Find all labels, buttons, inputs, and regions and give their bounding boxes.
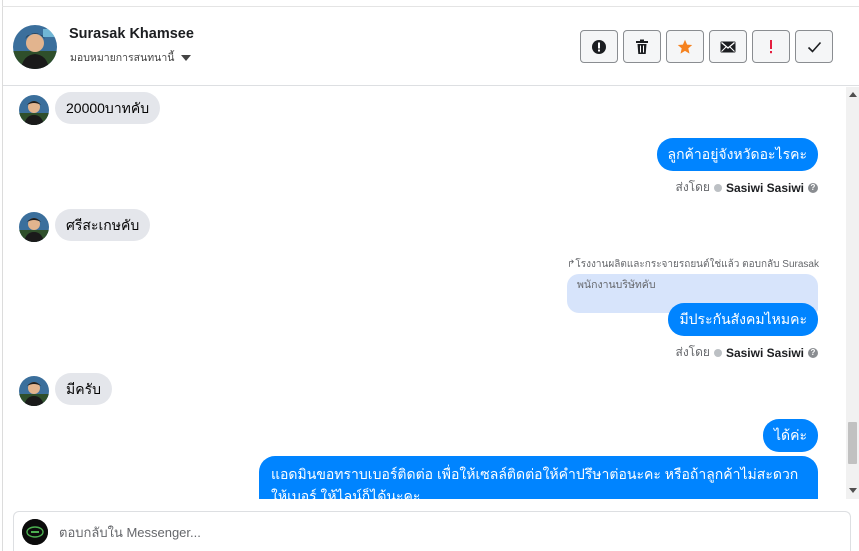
sent-by-label: ส่งโดย — [675, 345, 710, 359]
help-icon[interactable]: ? — [808, 347, 818, 358]
sent-by-label: ส่งโดย — [675, 180, 710, 194]
conversation-actions — [580, 30, 833, 63]
envelope-icon — [720, 41, 736, 52]
contact-name[interactable]: Surasak Khamsee — [69, 26, 194, 42]
scroll-down-arrow-icon[interactable] — [849, 488, 857, 493]
outgoing-message[interactable]: ได้ค่ะ — [762, 419, 818, 452]
exclamation-icon — [770, 39, 772, 53]
chat-scrollbar[interactable] — [846, 87, 859, 499]
sender-name[interactable]: Sasiwi Sasiwi — [726, 346, 804, 360]
contact-avatar-small — [19, 376, 49, 406]
assign-label: มอบหมายการสนทนานี้ — [70, 52, 175, 64]
important-button[interactable] — [752, 30, 790, 63]
star-icon — [677, 39, 693, 54]
sender-icon — [713, 348, 722, 357]
scrollbar-thumb[interactable] — [848, 422, 857, 464]
page-avatar — [22, 519, 48, 545]
incoming-message[interactable]: ศรีสะเกษคับ — [55, 209, 151, 241]
delete-button[interactable] — [623, 30, 661, 63]
sent-by-info: ส่งโดย Sasiwi Sasiwi ? — [675, 343, 818, 362]
checkmark-icon — [807, 41, 821, 53]
contact-avatar-small — [19, 212, 49, 242]
reply-composer — [13, 511, 851, 551]
reply-input[interactable] — [59, 522, 819, 542]
caret-down-icon — [181, 55, 192, 61]
assign-conversation-dropdown[interactable]: มอบหมายการสนทนานี้ — [70, 49, 192, 66]
mark-unread-button[interactable] — [709, 30, 747, 63]
sender-icon — [713, 183, 722, 192]
reply-context-note: ↱โรงงานผลิตและกระจายรถยนต์ใช่แล้ว ตอบกลั… — [567, 259, 819, 270]
incoming-message[interactable]: 20000บาทคับ — [55, 92, 161, 124]
trash-icon — [636, 39, 648, 54]
star-button[interactable] — [666, 30, 704, 63]
outgoing-message[interactable]: มีประกันสังคมไหมคะ — [668, 303, 818, 336]
contact-avatar[interactable] — [13, 25, 57, 69]
outgoing-message[interactable]: ลูกค้าอยู่จังหวัดอะไรคะ — [656, 138, 818, 171]
message-thread[interactable]: 20000บาทคับ ลูกค้าอยู่จังหวัดอะไรคะ ส่งโ… — [3, 87, 846, 499]
scroll-up-arrow-icon[interactable] — [849, 92, 857, 97]
sender-name[interactable]: Sasiwi Sasiwi — [726, 181, 804, 195]
spam-alert-button[interactable] — [580, 30, 618, 63]
incoming-message[interactable]: มีครับ — [55, 373, 112, 405]
done-button[interactable] — [795, 30, 833, 63]
sent-by-info: ส่งโดย Sasiwi Sasiwi ? — [675, 178, 818, 197]
outgoing-message[interactable]: แอดมินขอทราบเบอร์ติดต่อ เพื่อให้เซลล์ติด… — [259, 456, 818, 499]
contact-avatar-small — [19, 95, 49, 125]
help-icon[interactable]: ? — [808, 182, 818, 193]
alert-circle-icon — [592, 39, 606, 54]
conversation-header: Surasak Khamsee มอบหมายการสนทนานี้ — [3, 7, 859, 86]
